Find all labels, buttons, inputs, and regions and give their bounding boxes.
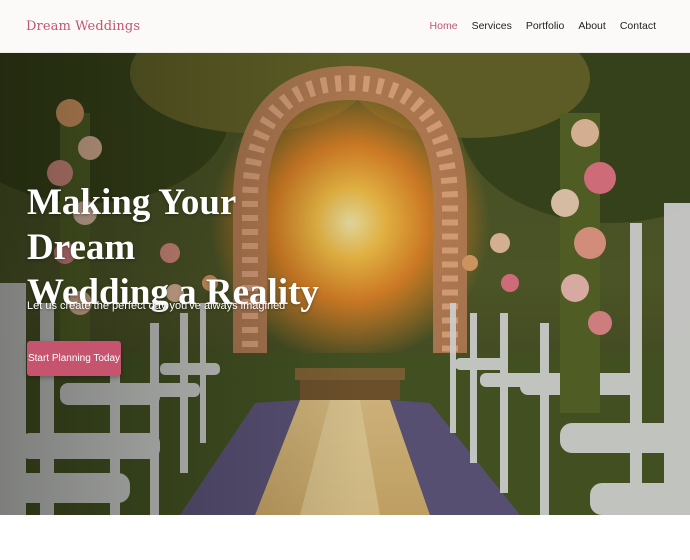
start-planning-button[interactable]: Start Planning Today xyxy=(27,341,121,376)
main-nav: Home Services Portfolio About Contact xyxy=(430,20,656,32)
hero-subtitle: Let us create the perfect day you've alw… xyxy=(27,300,286,312)
nav-home-link[interactable]: Home xyxy=(430,20,458,32)
hero-section: Making Your Dream Wedding a Reality Let … xyxy=(0,53,690,515)
nav-contact-link[interactable]: Contact xyxy=(620,20,656,32)
nav-portfolio-link[interactable]: Portfolio xyxy=(526,20,565,32)
brand-logo[interactable]: Dream Weddings xyxy=(26,19,140,34)
site-header: Dream Weddings Home Services Portfolio A… xyxy=(0,0,690,53)
nav-about-link[interactable]: About xyxy=(578,20,605,32)
page-bottom-area xyxy=(0,515,690,560)
nav-services-link[interactable]: Services xyxy=(472,20,512,32)
hero-title: Making Your Dream Wedding a Reality xyxy=(27,182,319,313)
